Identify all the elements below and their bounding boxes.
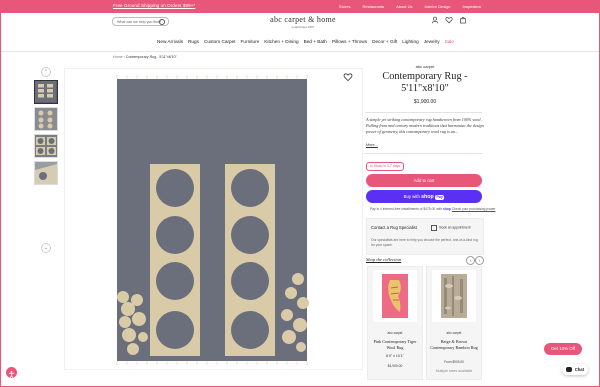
collection-next-arrow-icon[interactable]: › [475, 256, 484, 265]
account-icon[interactable] [431, 16, 439, 24]
collection-prev-arrow-icon[interactable]: ‹ [466, 256, 475, 265]
main-nav: New Arrivals Rugs Custom Carpet Furnitur… [157, 39, 454, 44]
discount-promo-button[interactable]: Get 10% Off [544, 343, 582, 355]
cart-bag-icon[interactable] [459, 16, 467, 24]
nav-jewelry[interactable]: Jewelry [424, 39, 440, 44]
card-brand: abc carpet [446, 331, 462, 335]
details-divider-2 [365, 153, 482, 154]
installments-line: Pay in 4 interest-free installments of $… [370, 207, 495, 211]
specialist-text: Our specialists are here to help you cho… [371, 238, 478, 247]
free-shipping-link[interactable]: Free Ground Shipping on Orders $99+* [113, 3, 195, 8]
nav-pillows-throws[interactable]: Pillows + Throws [332, 39, 367, 44]
site-header: What can we help you find? abc carpet & … [1, 13, 599, 53]
card-name[interactable]: Beige & Brown Contemporary Bamboo Rug [429, 339, 479, 350]
header-divider [1, 51, 599, 52]
card-price: $4,900.00 [387, 364, 403, 368]
wishlist-heart-icon[interactable] [445, 16, 453, 24]
nav-decor-gift[interactable]: Decor + Gift [372, 39, 397, 44]
thumbnail-4[interactable] [34, 161, 58, 185]
specialist-heading: Contact a Rug Specialist [371, 225, 417, 230]
card-name[interactable]: Pink Contemporary Tiger Wool Rug [370, 339, 420, 350]
buy-with-shop-pay-button[interactable]: Buy with shop Pay [366, 190, 482, 203]
shop-collection-heading[interactable]: Shop the collection [366, 257, 401, 262]
shop-pay-mini-logo: shop [442, 207, 451, 211]
bamboo-rug-image [441, 274, 467, 318]
thumbnail-rug-folded [35, 164, 57, 184]
shop-logo-text: shop [421, 194, 434, 200]
collection-card-2[interactable]: abc carpet Beige & Brown Contemporary Ba… [426, 266, 482, 380]
card-size: 6'0" x 10'1" [386, 354, 404, 358]
search-icon[interactable] [159, 19, 165, 25]
pink-tiger-rug-image [382, 274, 408, 318]
book-appointment-label: Book an appointment [439, 225, 471, 230]
chat-button[interactable]: Chat [562, 364, 588, 375]
stock-status-badge: In Stock In 3-7 days [366, 162, 404, 171]
accessibility-icon[interactable] [6, 367, 17, 379]
search-placeholder: What can we help you find? [117, 20, 162, 24]
product-main-image[interactable] [64, 68, 363, 370]
header-icons [431, 16, 467, 24]
thumbnail-rug-pattern [35, 81, 56, 102]
installments-amount: $475.00 [423, 207, 436, 211]
thumbnail-rug-detail [38, 110, 53, 129]
thumbnail-1[interactable] [34, 80, 58, 104]
nav-sale[interactable]: Sale [445, 39, 454, 44]
thumbs-down-arrow-icon[interactable]: ⌄ [41, 243, 51, 253]
nav-new-arrivals[interactable]: New Arrivals [157, 39, 183, 44]
installments-prefix: Pay in 4 interest-free installments of [370, 207, 423, 211]
chat-bubble-icon [566, 367, 572, 372]
card-brand: abc carpet [387, 331, 403, 335]
thumbnail-3[interactable] [34, 134, 58, 158]
nav-furniture[interactable]: Furniture [241, 39, 260, 44]
installments-with: with [436, 207, 443, 211]
product-title: Contemporary Rug - 5'11"x8'10" [382, 71, 468, 94]
purchasing-power-link[interactable]: Check your purchasing power [452, 207, 496, 211]
search-input[interactable]: What can we help you find? [112, 17, 169, 26]
utility-link-about[interactable]: About Us [396, 4, 412, 9]
add-to-cart-button[interactable]: Add to cart [366, 174, 482, 187]
description-more-link[interactable]: More... [366, 143, 378, 147]
thumbnail-2[interactable] [34, 107, 58, 131]
promo-bar: Free Ground Shipping on Orders $99+* Sto… [1, 1, 599, 13]
card-price-from: From $905.00 [444, 360, 464, 364]
utility-link-stores[interactable]: Stores [339, 4, 351, 9]
utility-link-inspiration[interactable]: Inspiration [463, 4, 481, 9]
product-brand[interactable]: abc carpet [365, 64, 485, 69]
nav-bed-bath[interactable]: Bed + Bath [304, 39, 327, 44]
collection-card-1[interactable]: abc carpet Pink Contemporary Tiger Wool … [367, 266, 423, 380]
utility-link-interior-design[interactable]: Interior Design [425, 4, 451, 9]
card-image-2[interactable] [432, 270, 476, 322]
product-price: $1,900.00 [413, 99, 437, 105]
calendar-icon [431, 225, 437, 231]
logo-name: abc carpet & home [270, 15, 336, 24]
accessibility-figure-glyph [8, 371, 15, 379]
site-logo[interactable]: abc carpet & home established 1897 [263, 15, 343, 29]
utility-links: Stores Restaurants About Us Interior Des… [339, 4, 481, 9]
rug-specialist-panel: Contact a Rug Specialist Book an appoint… [366, 218, 484, 255]
utility-link-restaurants[interactable]: Restaurants [362, 4, 384, 9]
card-image-1[interactable] [373, 270, 417, 322]
breadcrumb: Home › Contemporary Rug - 5'11"x8'10" [113, 55, 177, 59]
nav-kitchen-dining[interactable]: Kitchen + Dining [264, 39, 298, 44]
thumbs-up-arrow-icon[interactable]: ⌃ [41, 67, 51, 77]
product-wishlist-heart-icon[interactable] [343, 72, 353, 82]
details-divider [365, 112, 482, 113]
card-sizes-note: Multiple sizes available [435, 369, 473, 373]
product-description: A simple yet striking contemporary rug h… [366, 117, 484, 134]
chat-label: Chat [574, 367, 584, 372]
book-appointment-link[interactable]: Book an appointment [431, 225, 471, 231]
pay-logo-badge: Pay [434, 195, 445, 200]
breadcrumb-current: Contemporary Rug - 5'11"x8'10" [125, 55, 177, 59]
rug-illustration [116, 75, 309, 365]
breadcrumb-home[interactable]: Home [113, 55, 123, 59]
nav-rugs[interactable]: Rugs [188, 39, 199, 44]
logo-established: established 1897 [291, 25, 315, 29]
thumbnail-rug-closeup [36, 137, 56, 155]
nav-custom-carpet[interactable]: Custom Carpet [204, 39, 236, 44]
nav-lighting[interactable]: Lighting [402, 39, 418, 44]
buy-with-label: Buy with [403, 194, 420, 199]
